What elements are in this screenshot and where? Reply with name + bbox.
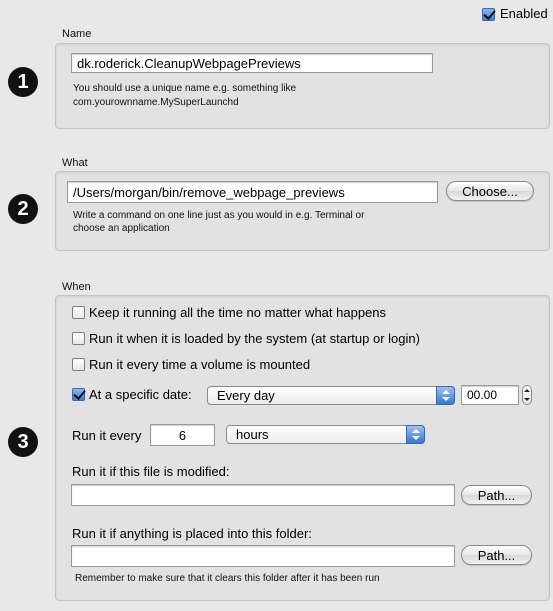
time-field[interactable]: 00.00 <box>461 385 519 405</box>
name-help-line2: com.yourownname.MySuperLaunchd <box>73 97 239 108</box>
file-path-field[interactable] <box>71 484 455 506</box>
name-section-label: Name <box>62 28 92 40</box>
time-stepper[interactable] <box>522 385 532 405</box>
folder-path-button[interactable]: Path... <box>461 545 532 565</box>
run-on-load-label: Run it when it is loaded by the system (… <box>89 331 420 346</box>
file-path-button[interactable]: Path... <box>461 485 532 505</box>
what-section-label: What <box>62 157 88 169</box>
when-section-label: When <box>62 281 91 293</box>
frequency-popup-value: Every day <box>217 388 275 403</box>
enabled-label: Enabled <box>500 6 548 21</box>
command-field[interactable]: /Users/morgan/bin/remove_webpage_preview… <box>67 181 438 203</box>
run-every-label: Run it every <box>72 428 142 443</box>
interval-unit-popup[interactable]: hours <box>226 425 425 444</box>
keep-running-label: Keep it running all the time no matter w… <box>89 305 387 320</box>
what-help-line1: Write a command on one line just as you … <box>73 210 365 221</box>
interval-field[interactable]: 6 <box>150 424 215 446</box>
name-field[interactable]: dk.roderick.CleanupWebpagePreviews <box>71 53 433 73</box>
step-1-badge: 1 <box>8 67 38 97</box>
name-help-line1: You should use a unique name e.g. someth… <box>73 83 297 94</box>
folder-note: Remember to make sure that it clears thi… <box>75 573 380 584</box>
volume-mounted-label: Run it every time a volume is mounted <box>89 357 311 372</box>
popup-arrows-icon <box>406 425 425 444</box>
enabled-checkbox[interactable] <box>482 8 495 21</box>
frequency-popup[interactable]: Every day <box>207 386 455 405</box>
popup-arrows-icon <box>436 386 455 405</box>
folder-path-field[interactable] <box>71 545 455 567</box>
keep-running-checkbox[interactable] <box>72 306 85 319</box>
folder-label: Run it if anything is placed into this f… <box>72 526 312 541</box>
file-modified-label: Run it if this file is modified: <box>72 464 230 479</box>
step-3-badge: 3 <box>8 427 38 457</box>
run-on-load-checkbox[interactable] <box>72 332 85 345</box>
interval-unit-value: hours <box>236 427 269 442</box>
volume-mounted-checkbox[interactable] <box>72 358 85 371</box>
specific-date-label: At a specific date: <box>89 387 192 402</box>
what-help-line2: choose an application <box>73 223 170 234</box>
choose-button[interactable]: Choose... <box>446 181 534 201</box>
specific-date-checkbox[interactable] <box>72 388 85 401</box>
step-2-badge: 2 <box>8 194 38 224</box>
